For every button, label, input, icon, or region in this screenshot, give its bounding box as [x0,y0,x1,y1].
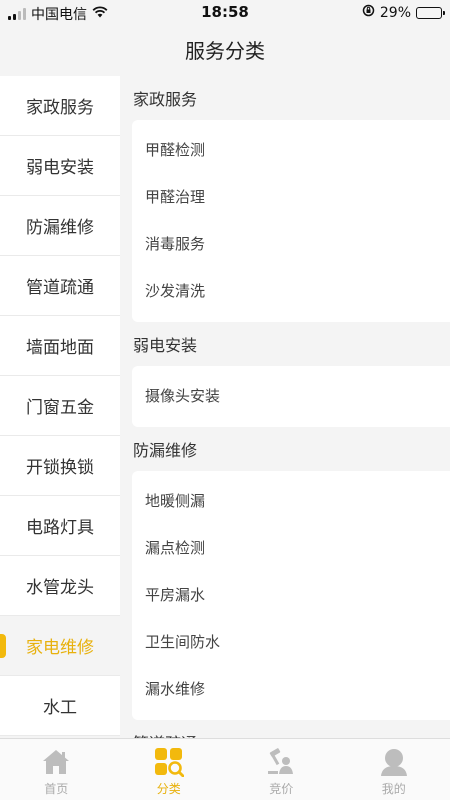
tab-label: 竞价 [269,782,294,796]
group-title: 防漏维修 [133,441,198,460]
service-item[interactable]: 平房漏水 [132,572,450,619]
group-card: 摄像头安装 [132,366,450,427]
tab-bidding[interactable]: 竞价 [225,739,338,800]
service-item[interactable]: 摄像头安装 [132,373,450,420]
bid-icon [265,747,297,777]
service-item[interactable]: 沙发清洗 [132,268,450,315]
tab-category[interactable]: 分类 [113,739,226,800]
service-item[interactable]: 漏点检测 [132,525,450,572]
tab-label: 首页 [44,782,69,796]
sidebar-item-plumbing-faucet[interactable]: 水管龙头 [0,556,120,616]
service-list: 家政服务 甲醛检测 甲醛治理 消毒服务 沙发清洗 弱电安装 摄像头安装 防漏维修… [132,76,450,738]
category-sidebar: 家政服务 弱电安装 防漏维修 管道疏通 墙面地面 门窗五金 开锁换锁 电路灯具 … [0,76,120,738]
group-title: 弱电安装 [133,336,198,355]
service-item[interactable]: 甲醛治理 [132,174,450,221]
service-item[interactable]: 甲醛检测 [132,127,450,174]
profile-icon [378,747,410,777]
sidebar-item-plumber[interactable]: 水工 [0,676,120,736]
service-item[interactable]: 卫生间防水 [132,619,450,666]
tab-profile[interactable]: 我的 [338,739,450,800]
service-item[interactable]: 消毒服务 [132,221,450,268]
status-bar: 中国电信 18:58 29% [0,0,450,26]
sidebar-item-locksmith[interactable]: 开锁换锁 [0,436,120,496]
sidebar-item-low-voltage[interactable]: 弱电安装 [0,136,120,196]
group-card: 甲醛检测 甲醛治理 消毒服务 沙发清洗 [132,120,450,322]
orientation-lock-icon [362,4,375,21]
sidebar-item-wall-floor[interactable]: 墙面地面 [0,316,120,376]
sidebar-item-leak-repair[interactable]: 防漏维修 [0,196,120,256]
group-card: 地暖侧漏 漏点检测 平房漏水 卫生间防水 漏水维修 [132,471,450,720]
page-title: 服务分类 [185,39,265,63]
battery-icon [416,6,445,19]
service-item[interactable]: 地暖侧漏 [132,478,450,525]
tab-bar: 首页 分类 竞价 我的 [0,738,450,800]
home-icon [40,747,72,777]
status-right: 29% [362,4,445,21]
tab-label: 我的 [381,782,406,796]
category-icon [153,747,185,777]
tab-label: 分类 [156,782,181,796]
sidebar-item-pipe-unclog[interactable]: 管道疏通 [0,256,120,316]
sidebar-item-circuit-lighting[interactable]: 电路灯具 [0,496,120,556]
sidebar-item-door-window[interactable]: 门窗五金 [0,376,120,436]
tab-home[interactable]: 首页 [0,739,113,800]
service-item[interactable]: 漏水维修 [132,666,450,713]
group-title: 管道疏通 [132,720,450,738]
nav-bar: 服务分类 [0,26,450,76]
group-title: 家政服务 [133,90,198,109]
sidebar-item-appliance-repair[interactable]: 家电维修 [0,616,120,676]
battery-percent: 29% [379,4,411,21]
sidebar-item-housekeeping[interactable]: 家政服务 [0,76,120,136]
